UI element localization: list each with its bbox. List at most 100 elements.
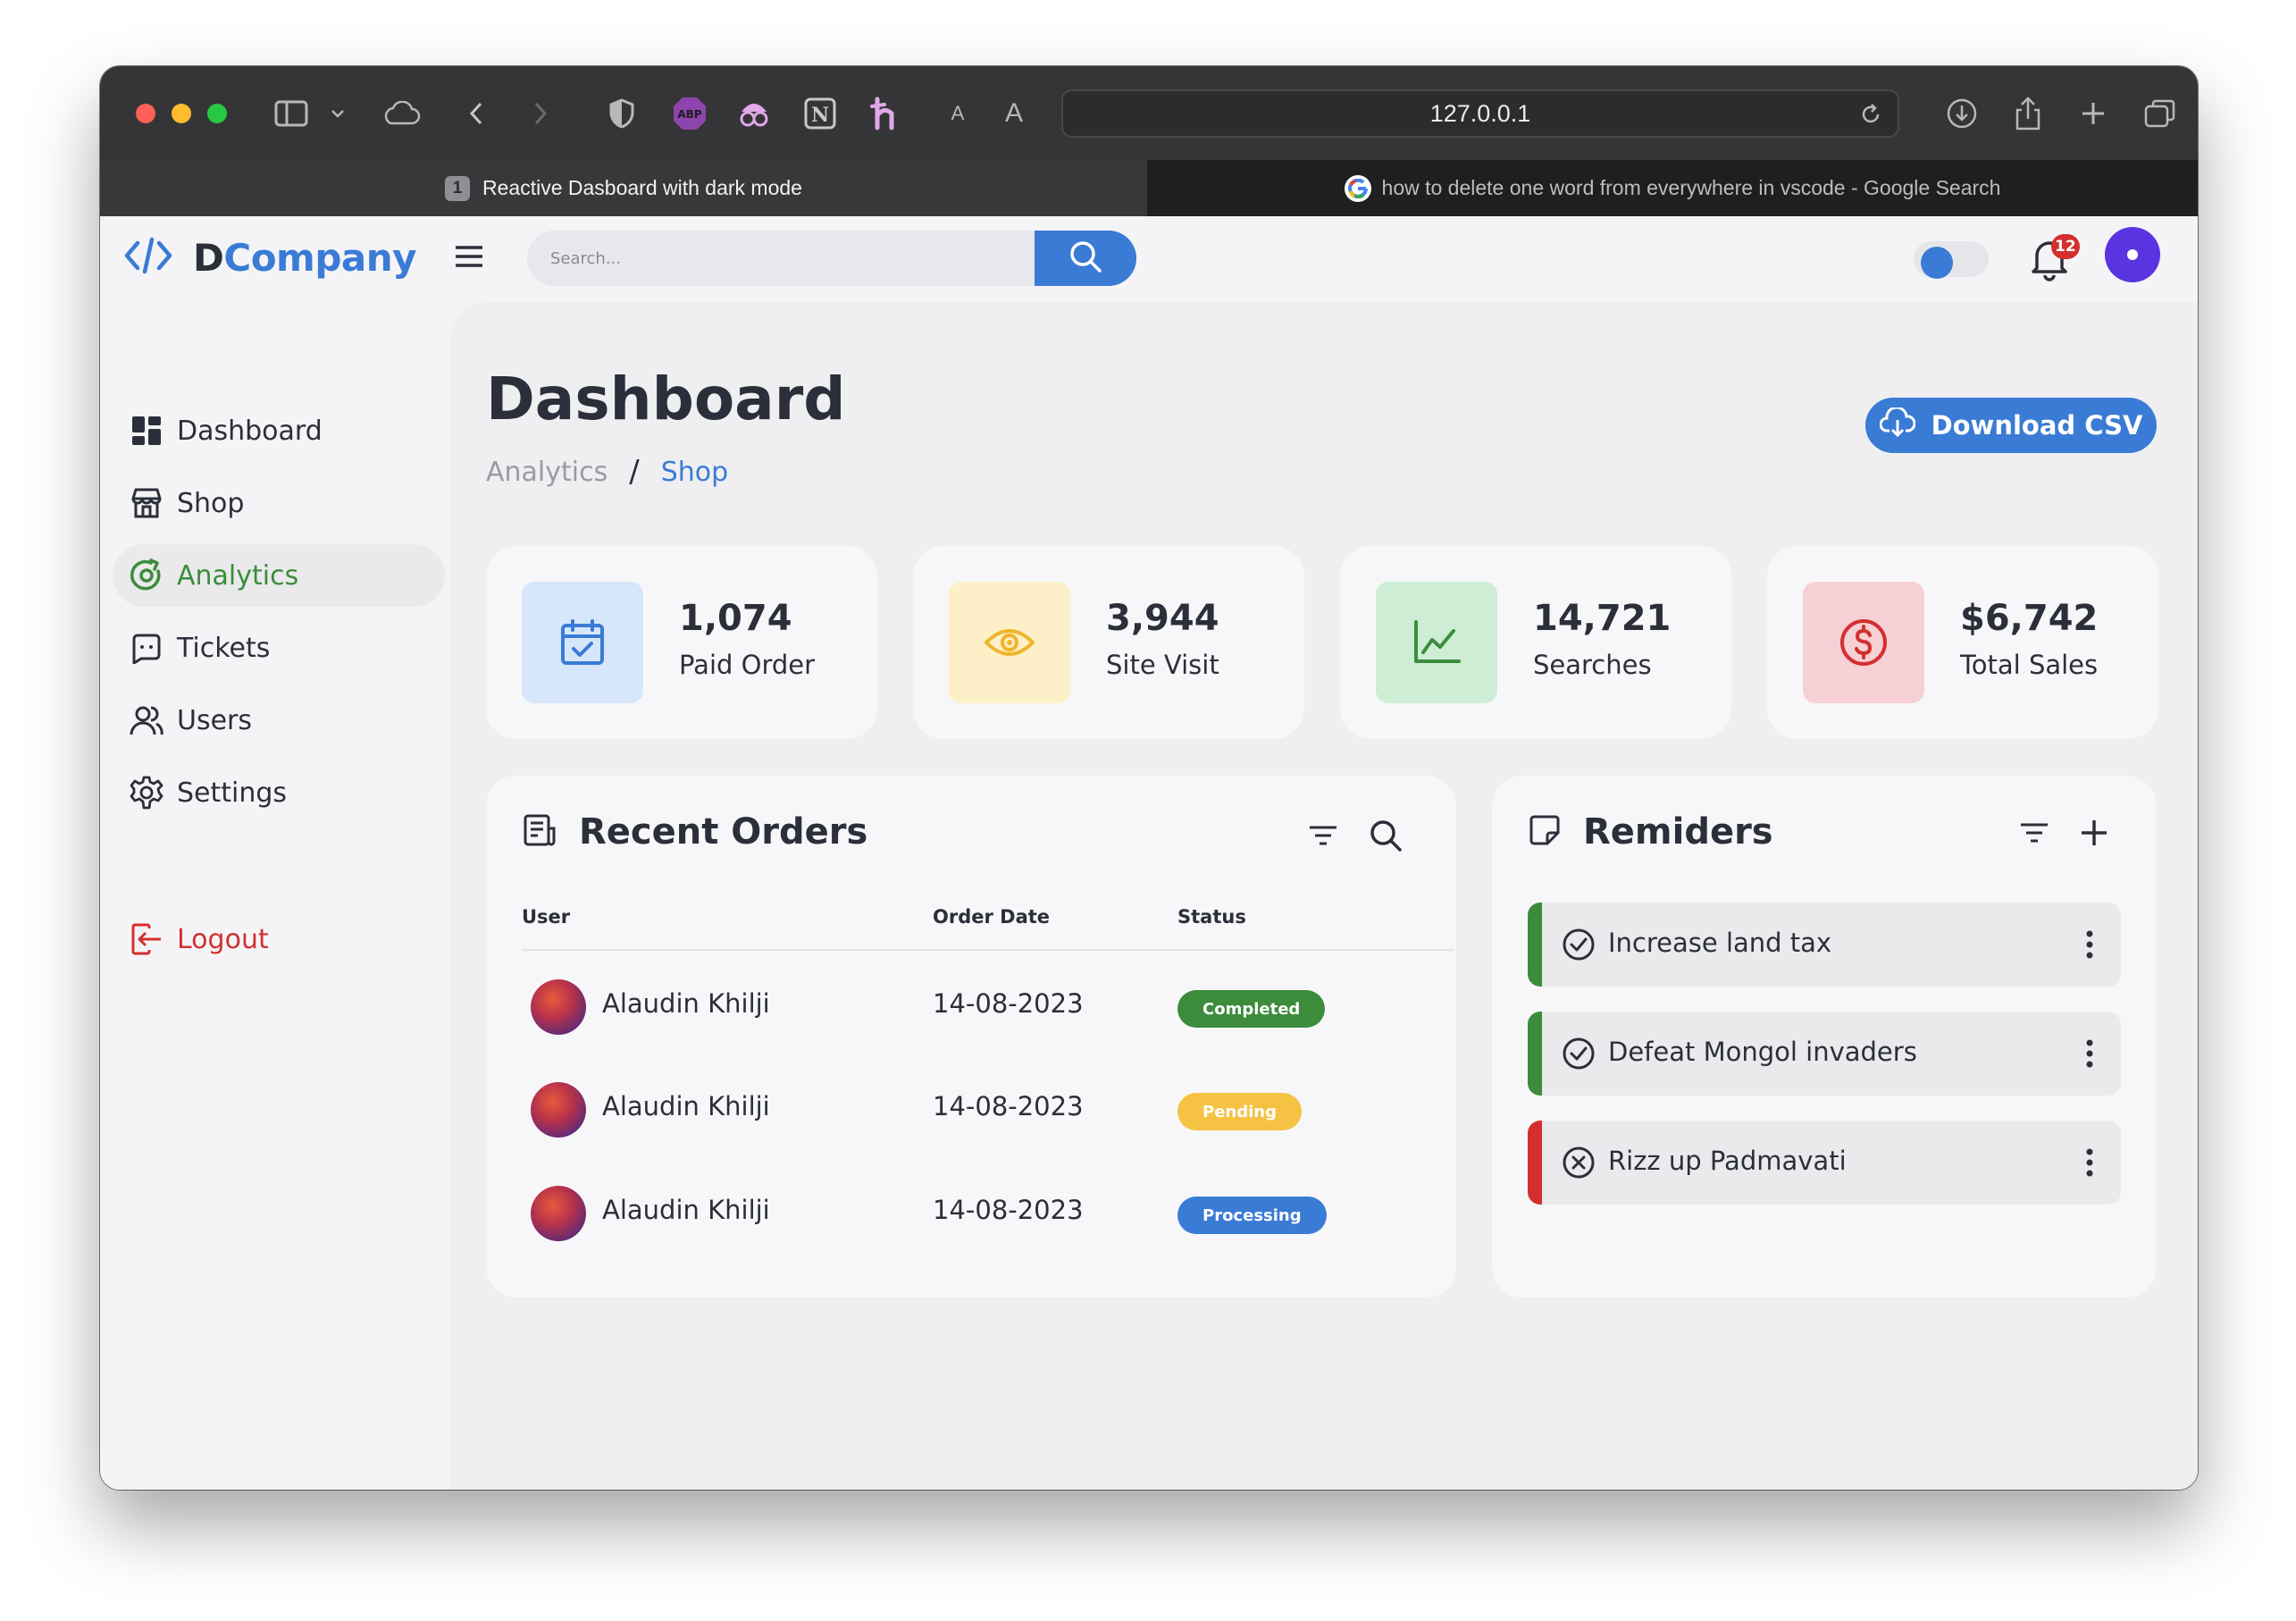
- download-csv-button[interactable]: Download CSV: [1865, 398, 2157, 453]
- menu-icon[interactable]: [454, 243, 484, 273]
- dark-mode-toggle[interactable]: [1914, 241, 1989, 279]
- logout-label: Logout: [177, 923, 269, 955]
- panel-header: Remiders: [1528, 811, 1773, 852]
- reminder-status-bar: [1528, 1012, 1542, 1096]
- brand-logo[interactable]: DCompany: [123, 234, 417, 281]
- sidebar-icon[interactable]: [272, 93, 311, 134]
- brand-prefix: D: [193, 235, 224, 280]
- url-bar[interactable]: 127.0.0.1: [1061, 89, 1899, 138]
- minimize-window-button[interactable]: [172, 104, 191, 123]
- logout-button[interactable]: Logout: [113, 908, 445, 970]
- stat-label: Site Visit: [1106, 650, 1219, 680]
- search-icon[interactable]: [1369, 819, 1403, 856]
- receipt-icon: [522, 812, 557, 852]
- sidebar-item-analytics[interactable]: Analytics: [113, 544, 445, 607]
- table-row[interactable]: Alaudin Khilji 14-08-2023 Completed: [522, 969, 1454, 1040]
- order-user: Alaudin Khilji: [602, 1091, 770, 1121]
- download-icon[interactable]: [1944, 93, 1980, 134]
- stat-value: 1,074: [679, 598, 792, 639]
- svg-text:ABP: ABP: [677, 108, 701, 121]
- search-button[interactable]: [1035, 231, 1136, 286]
- add-icon[interactable]: [2080, 819, 2108, 851]
- stat-card-searches: 14,721 Searches: [1340, 546, 1731, 739]
- sidebar-item-label: Tickets: [177, 632, 271, 664]
- panel-title: Remiders: [1583, 811, 1773, 852]
- chevron-down-icon[interactable]: [329, 93, 347, 134]
- table-row[interactable]: Alaudin Khilji 14-08-2023 Pending: [522, 1071, 1454, 1143]
- tab-bar: 1 Reactive Dasboard with dark mode how t…: [100, 160, 2198, 216]
- notifications-button[interactable]: 12: [2028, 234, 2080, 286]
- reminder-text: Rizz up Padmavati: [1608, 1146, 1847, 1176]
- recent-orders-panel: Recent Orders User Order Date Status Ala…: [486, 776, 1456, 1298]
- table-row[interactable]: Alaudin Khilji 14-08-2023 Processing: [522, 1175, 1454, 1247]
- column-header-user[interactable]: User: [522, 906, 570, 928]
- search-input[interactable]: [527, 231, 1035, 286]
- user-avatar[interactable]: [2105, 227, 2160, 282]
- check-circle-icon[interactable]: [1562, 1037, 1596, 1074]
- share-icon[interactable]: [2012, 93, 2044, 134]
- filter-icon[interactable]: [2019, 821, 2049, 848]
- tab-title: how to delete one word from everywhere i…: [1381, 176, 2001, 199]
- store-icon: [129, 485, 164, 521]
- new-tab-icon[interactable]: [2078, 93, 2108, 134]
- breadcrumb-current[interactable]: Shop: [661, 457, 728, 488]
- close-window-button[interactable]: [136, 104, 155, 123]
- check-circle-icon[interactable]: [1562, 928, 1596, 965]
- status-badge: Pending: [1177, 1093, 1302, 1130]
- sidebar-item-label: Dashboard: [177, 415, 323, 447]
- tab-number: 1: [445, 175, 471, 201]
- page-title: Dashboard: [486, 365, 846, 433]
- dashboard-app: DCompany 12: [100, 216, 2198, 1490]
- cloud-icon[interactable]: [381, 93, 422, 134]
- toggle-knob: [1921, 247, 1953, 279]
- column-header-status[interactable]: Status: [1177, 906, 1246, 928]
- bell-icon: [2028, 241, 2071, 286]
- breadcrumb-item[interactable]: Analytics: [486, 457, 608, 488]
- stat-label: Total Sales: [1960, 650, 2099, 680]
- more-vertical-icon[interactable]: [2085, 1147, 2094, 1181]
- reminder-status-bar: [1528, 903, 1542, 987]
- browser-window: ABP N A A 127.0.0.1 1 Reactive Dasboard …: [100, 66, 2198, 1490]
- sidebar-item-settings[interactable]: Settings: [113, 761, 445, 824]
- code-icon: [123, 234, 173, 281]
- reload-icon[interactable]: [1858, 102, 1883, 133]
- user-avatar: [531, 1186, 586, 1241]
- filter-icon[interactable]: [1308, 824, 1338, 851]
- user-avatar: [531, 1082, 586, 1138]
- stat-card-paid-order: 1,074 Paid Order: [486, 546, 877, 739]
- text-large-icon[interactable]: A: [1001, 93, 1027, 134]
- eye-icon: [949, 582, 1070, 703]
- sidebar-item-tickets[interactable]: Tickets: [113, 617, 445, 679]
- sidebar-item-dashboard[interactable]: Dashboard: [113, 399, 445, 462]
- brand-name: DCompany: [193, 235, 417, 280]
- more-vertical-icon[interactable]: [2085, 929, 2094, 963]
- tab-inactive[interactable]: how to delete one word from everywhere i…: [1147, 160, 2198, 216]
- reminder-item[interactable]: Defeat Mongol invaders: [1528, 1012, 2121, 1096]
- stat-value: 14,721: [1533, 598, 1672, 639]
- notion-icon[interactable]: N: [800, 93, 840, 134]
- url-text: 127.0.0.1: [1429, 99, 1531, 127]
- more-vertical-icon[interactable]: [2085, 1038, 2094, 1072]
- forward-icon[interactable]: [527, 93, 554, 134]
- sidebar-item-shop[interactable]: Shop: [113, 472, 445, 534]
- grid-icon: [129, 413, 164, 449]
- tab-active[interactable]: 1 Reactive Dasboard with dark mode: [100, 160, 1147, 216]
- reminder-item[interactable]: Rizz up Padmavati: [1528, 1121, 2121, 1205]
- maximize-window-button[interactable]: [207, 104, 227, 123]
- reminder-item[interactable]: Increase land tax: [1528, 903, 2121, 987]
- calendar-check-icon: [522, 582, 643, 703]
- column-header-order-date[interactable]: Order Date: [933, 906, 1050, 928]
- shield-icon[interactable]: [606, 93, 638, 134]
- privacy-icon[interactable]: [734, 93, 774, 134]
- sidebar-item-users[interactable]: Users: [113, 689, 445, 752]
- order-user: Alaudin Khilji: [602, 988, 770, 1019]
- reminder-text: Defeat Mongol invaders: [1608, 1037, 1917, 1067]
- honey-icon[interactable]: [865, 93, 904, 134]
- sidebar-item-label: Users: [177, 704, 253, 736]
- x-circle-icon[interactable]: [1562, 1146, 1596, 1183]
- tab-overview-icon[interactable]: [2142, 93, 2178, 134]
- back-icon[interactable]: [463, 93, 490, 134]
- adblock-icon[interactable]: ABP: [670, 93, 709, 134]
- panel-header: Recent Orders: [522, 811, 867, 852]
- text-small-icon[interactable]: A: [947, 93, 968, 134]
